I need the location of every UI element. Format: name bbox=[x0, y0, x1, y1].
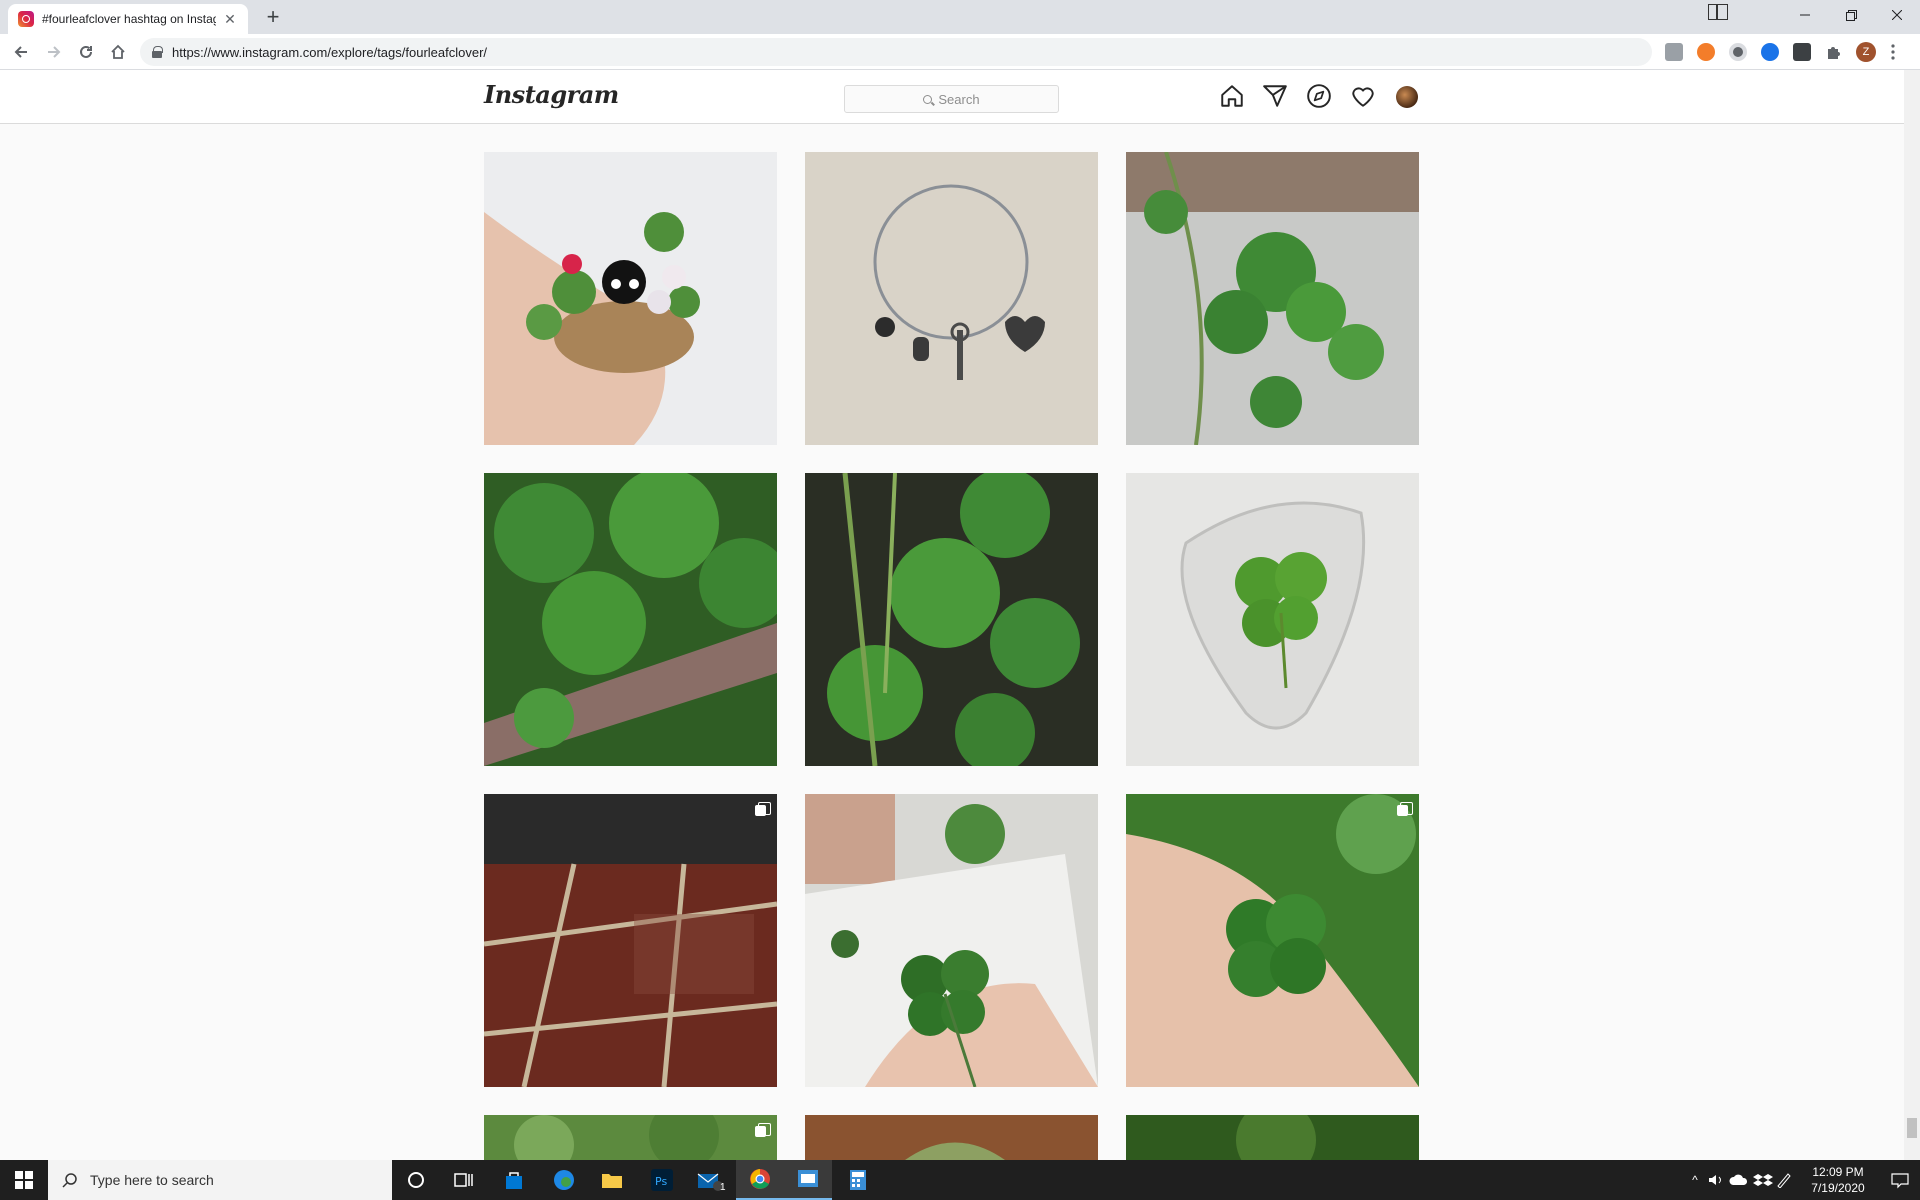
task-view-icon[interactable] bbox=[440, 1160, 488, 1200]
instagram-header: Instagram Search bbox=[0, 70, 1904, 124]
activity-heart-icon[interactable] bbox=[1350, 83, 1376, 109]
home-icon[interactable] bbox=[1219, 83, 1245, 109]
url-text[interactable]: https://www.instagram.com/explore/tags/f… bbox=[172, 45, 487, 60]
carousel-icon bbox=[755, 1123, 771, 1137]
post-image-resin-pick bbox=[1126, 473, 1419, 766]
profile-avatar-button[interactable]: Z bbox=[1856, 42, 1876, 62]
post-tile-5[interactable] bbox=[805, 473, 1098, 766]
extension-dark-icon[interactable] bbox=[1793, 43, 1811, 61]
mail-icon[interactable]: 1 bbox=[686, 1160, 734, 1200]
carousel-icon bbox=[1397, 802, 1413, 816]
post-image-bangle bbox=[805, 152, 1098, 445]
post-image-floor-tiles bbox=[484, 794, 777, 1087]
post-image-clover-plant bbox=[1126, 152, 1419, 445]
taskbar-clock[interactable]: 12:09 PM 7/19/2020 bbox=[1796, 1164, 1880, 1196]
post-tile-6[interactable] bbox=[1126, 473, 1419, 766]
lock-icon[interactable] bbox=[152, 46, 163, 58]
svg-text:Ps: Ps bbox=[655, 1175, 667, 1188]
post-tile-11[interactable] bbox=[805, 1115, 1098, 1160]
tab-close-icon[interactable]: ✕ bbox=[222, 11, 238, 28]
volume-icon[interactable] bbox=[1706, 1172, 1728, 1188]
tray-overflow-chevron-icon[interactable]: ^ bbox=[1684, 1173, 1706, 1187]
taskbar-search-input[interactable]: Type here to search bbox=[48, 1160, 392, 1200]
scrollbar-thumb[interactable] bbox=[1907, 1118, 1917, 1138]
post-image-clover-hand bbox=[1126, 794, 1419, 1087]
extension-circle-icon[interactable] bbox=[1729, 43, 1747, 61]
new-tab-button[interactable]: + bbox=[260, 6, 286, 30]
taskbar-search-placeholder: Type here to search bbox=[90, 1172, 214, 1188]
clock-time: 12:09 PM bbox=[1812, 1165, 1864, 1179]
clock-date: 7/19/2020 bbox=[1811, 1181, 1865, 1195]
windows-start-icon[interactable] bbox=[0, 1160, 48, 1200]
instagram-logo[interactable]: Instagram bbox=[484, 80, 619, 109]
browser-tab[interactable]: #fourleafclover hashtag on Instagram ✕ bbox=[8, 4, 248, 34]
system-tray: ^ 12:09 PM 7/19/2020 bbox=[1684, 1160, 1920, 1200]
edge-icon[interactable] bbox=[540, 1160, 588, 1200]
address-bar[interactable]: https://www.instagram.com/explore/tags/f… bbox=[140, 38, 1652, 66]
search-placeholder: Search bbox=[938, 91, 980, 107]
direct-message-icon[interactable] bbox=[1262, 83, 1288, 109]
close-window-button[interactable] bbox=[1874, 0, 1920, 30]
browser-menu-icon[interactable] bbox=[1890, 43, 1896, 61]
extension-blue-icon[interactable] bbox=[1761, 43, 1779, 61]
back-arrow-icon[interactable] bbox=[9, 40, 33, 64]
browser-tab-bar: #fourleafclover hashtag on Instagram ✕ + bbox=[0, 0, 1920, 34]
notification-icon[interactable] bbox=[1880, 1171, 1920, 1189]
post-image-crochet-basket bbox=[484, 152, 777, 445]
tab-title: #fourleafclover hashtag on Instagram bbox=[42, 12, 216, 26]
post-tile-2[interactable] bbox=[805, 152, 1098, 445]
mail-badge: 1 bbox=[720, 1182, 726, 1193]
pen-icon[interactable] bbox=[1774, 1172, 1796, 1188]
carousel-icon bbox=[755, 802, 771, 816]
reload-icon[interactable] bbox=[74, 40, 98, 64]
post-tile-8[interactable] bbox=[805, 794, 1098, 1087]
restore-button[interactable] bbox=[1828, 0, 1874, 30]
post-tile-12[interactable] bbox=[1126, 1115, 1419, 1160]
chrome-icon[interactable] bbox=[736, 1160, 784, 1200]
extension-g-icon[interactable] bbox=[1665, 43, 1683, 61]
page-scrollbar[interactable] bbox=[1904, 70, 1920, 1160]
post-image-green-leaves bbox=[484, 1115, 777, 1160]
post-tile-9[interactable] bbox=[1126, 794, 1419, 1087]
post-tile-7[interactable] bbox=[484, 794, 777, 1087]
taskbar-search-icon bbox=[62, 1173, 77, 1188]
dropbox-icon[interactable] bbox=[1752, 1172, 1774, 1188]
app-window-icon[interactable] bbox=[784, 1160, 832, 1200]
post-tile-3[interactable] bbox=[1126, 152, 1419, 445]
store-icon[interactable] bbox=[490, 1160, 538, 1200]
post-tile-10[interactable] bbox=[484, 1115, 777, 1160]
browser-toolbar: https://www.instagram.com/explore/tags/f… bbox=[0, 34, 1920, 70]
photoshop-icon[interactable]: Ps bbox=[638, 1160, 686, 1200]
post-tile-1[interactable] bbox=[484, 152, 777, 445]
calculator-icon[interactable] bbox=[834, 1160, 882, 1200]
windows-taskbar: Type here to search Ps 1 ^ 12:09 PM 7/19… bbox=[0, 1160, 1920, 1200]
home-button-icon[interactable] bbox=[106, 40, 130, 64]
forward-arrow-icon[interactable] bbox=[42, 40, 66, 64]
search-input[interactable]: Search bbox=[844, 85, 1059, 113]
tab-layout-icon[interactable] bbox=[1708, 4, 1728, 20]
post-image-clover-planter bbox=[484, 473, 777, 766]
window-controls bbox=[1782, 0, 1920, 30]
post-image-clover-grass bbox=[805, 473, 1098, 766]
profile-avatar[interactable] bbox=[1396, 86, 1418, 108]
search-icon bbox=[923, 94, 933, 104]
post-image-green-foliage bbox=[1126, 1115, 1419, 1160]
post-image-leaf-wood bbox=[805, 1115, 1098, 1160]
minimize-button[interactable] bbox=[1782, 0, 1828, 30]
extensions-puzzle-icon[interactable] bbox=[1825, 43, 1843, 61]
post-tile-4[interactable] bbox=[484, 473, 777, 766]
cortana-icon[interactable] bbox=[392, 1160, 440, 1200]
onedrive-cloud-icon[interactable] bbox=[1728, 1172, 1752, 1188]
explore-icon[interactable] bbox=[1306, 83, 1332, 109]
extension-orange-icon[interactable] bbox=[1697, 43, 1715, 61]
instagram-favicon-icon bbox=[18, 11, 34, 27]
file-explorer-icon[interactable] bbox=[588, 1160, 636, 1200]
post-image-clover-book bbox=[805, 794, 1098, 1087]
